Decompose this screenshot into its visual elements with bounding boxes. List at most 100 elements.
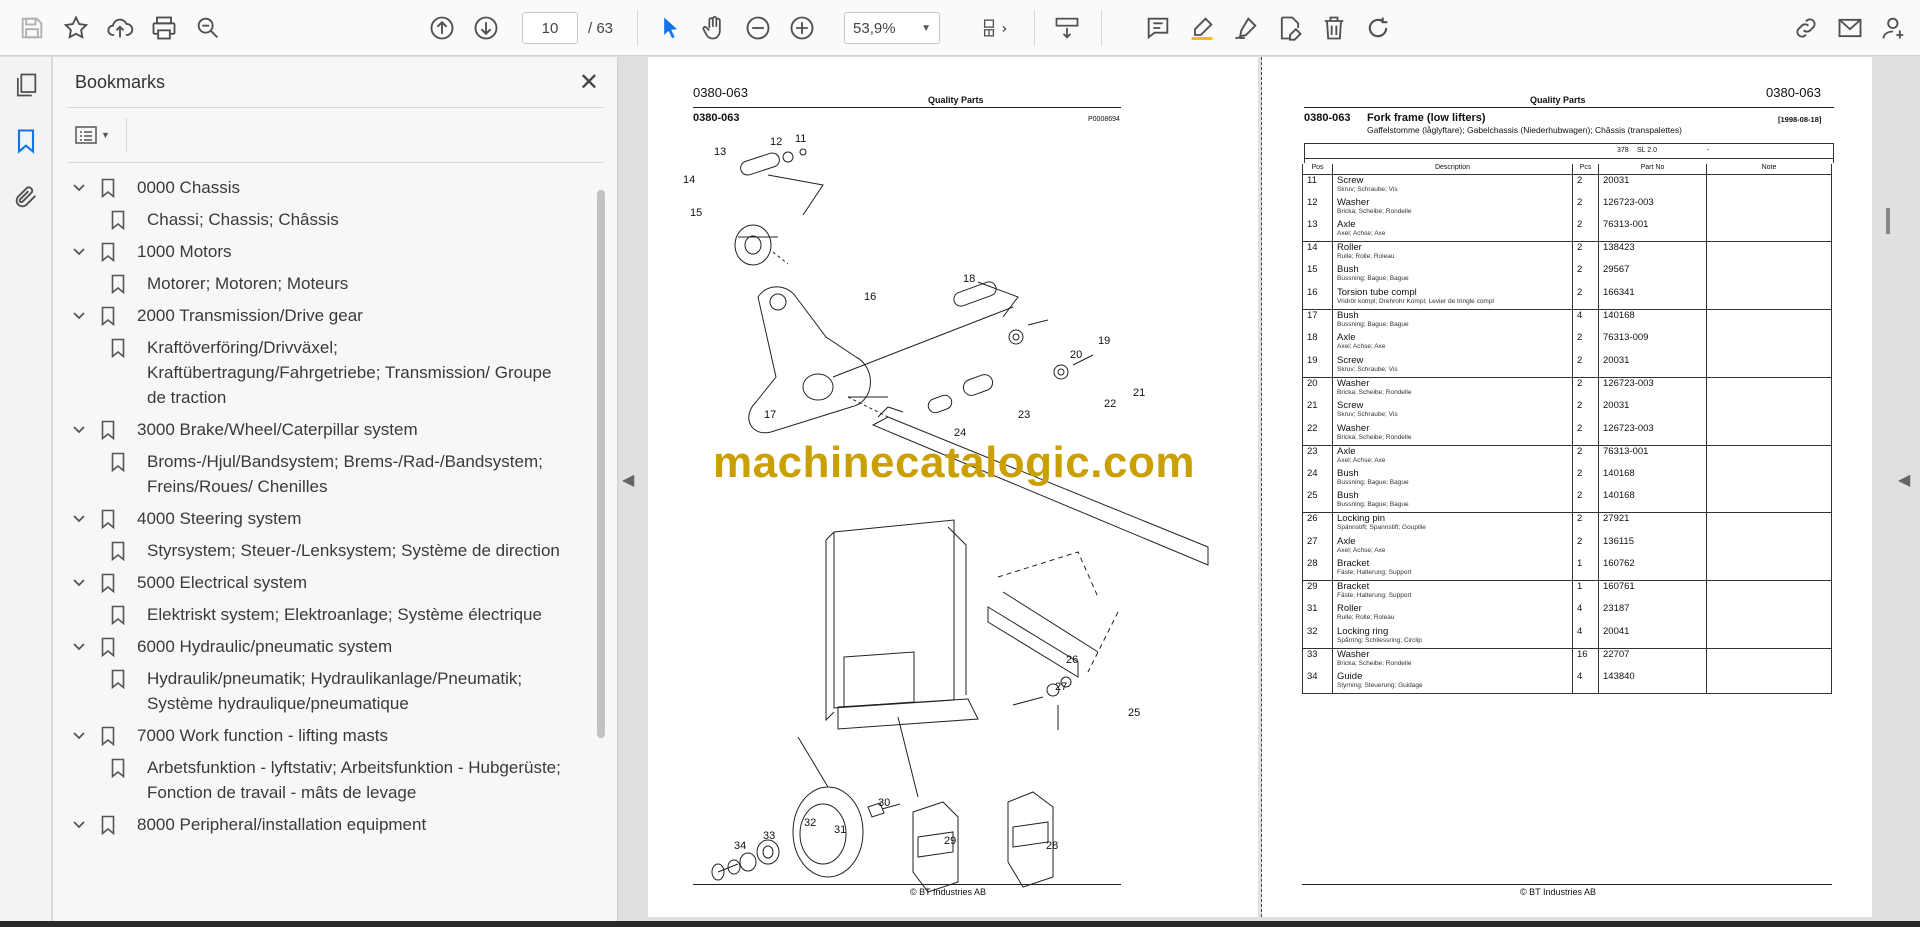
bookmark-item[interactable]: Motorer; Motoren; Moteurs xyxy=(53,271,593,296)
cell-pcs: 1 xyxy=(1572,558,1599,582)
bookmark-section[interactable]: 3000 Brake/Wheel/Caterpillar system xyxy=(53,417,593,442)
page-footer: © BT Industries AB xyxy=(910,887,986,897)
delete-icon[interactable] xyxy=(1312,6,1356,50)
attachment-icon[interactable] xyxy=(0,169,52,225)
cell-pcs: 2 xyxy=(1572,512,1599,536)
find-zoom-icon[interactable] xyxy=(186,6,230,50)
chevron-down-icon[interactable] xyxy=(67,417,91,442)
page-footer: © BT Industries AB xyxy=(1520,887,1596,897)
bookmark-item[interactable]: Elektriskt system; Elektroanlage; Systèm… xyxy=(53,602,593,627)
cell-pcs: 2 xyxy=(1572,467,1599,491)
share-link-icon[interactable] xyxy=(1784,6,1828,50)
table-row: 23 Axle Axel; Achse; Axe 2 76313-001 xyxy=(1302,445,1832,468)
collapse-left-icon[interactable]: ◀ xyxy=(622,470,640,506)
cell-description: Washer Bricka; Scheibe; Rondelle xyxy=(1332,196,1573,220)
bookmark-section[interactable]: 2000 Transmission/Drive gear xyxy=(53,303,593,328)
upload-cloud-icon[interactable] xyxy=(98,6,142,50)
panel-scrollbar[interactable] xyxy=(597,190,605,738)
callout-29: 29 xyxy=(944,835,957,847)
table-row: 33 Washer Bricka; Scheibe; Rondelle 16 22707 xyxy=(1302,648,1832,672)
chevron-down-icon[interactable] xyxy=(67,303,91,328)
table-row: 21 Screw Skruv; Schraube; Vis 2 20031 xyxy=(1302,399,1832,423)
star-icon[interactable] xyxy=(54,6,98,50)
close-icon[interactable]: ✕ xyxy=(579,68,599,97)
bookmark-item[interactable]: Chassi; Chassis; Châssis xyxy=(53,207,593,232)
side-rail xyxy=(0,57,52,927)
description-translation: Skruv; Schraube; Vis xyxy=(1337,365,1398,373)
bookmark-icon xyxy=(111,271,131,296)
table-row: 29 Bracket Fäste; Halterung; Support 1 16076… xyxy=(1302,580,1832,604)
redo-icon[interactable] xyxy=(1356,6,1400,50)
page-up-icon[interactable] xyxy=(420,6,464,50)
options-menu-icon[interactable]: ▼ xyxy=(75,126,110,144)
page-down-icon[interactable] xyxy=(464,6,508,50)
description-text: Bush xyxy=(1337,310,1359,322)
chevron-down-icon[interactable] xyxy=(67,239,91,264)
bookmark-section[interactable]: 8000 Peripheral/installation equipment xyxy=(53,812,593,837)
table-row: 28 Bracket Fäste; Halterung; Support 1 16076… xyxy=(1302,558,1832,582)
bookmark-panel-icon[interactable] xyxy=(0,113,52,169)
cell-description: Axle Axel; Achse; Axe xyxy=(1332,445,1573,468)
pages-thumbnail-icon[interactable] xyxy=(0,57,52,113)
bookmark-item[interactable]: Broms-/Hjul/Bandsystem; Brems-/Rad-/Band… xyxy=(53,449,593,499)
cell-pcs: 2 xyxy=(1572,219,1599,243)
scroll-mode-icon[interactable] xyxy=(1045,6,1089,50)
cell-note xyxy=(1706,512,1832,536)
hand-tool-icon[interactable] xyxy=(692,6,736,50)
table-row: 14 Roller Rulle; Rolle; Roleau 2 138423 xyxy=(1302,241,1832,265)
bookmark-section[interactable]: 4000 Steering system xyxy=(53,506,593,531)
cell-description: Bush Bussning; Bague; Bague xyxy=(1332,309,1573,333)
description-text: Screw xyxy=(1337,174,1364,186)
bookmark-item[interactable]: Arbetsfunktion - lyftstativ; Arbeitsfunk… xyxy=(53,755,593,805)
zoom-select[interactable]: 53,9% ▼ xyxy=(844,12,941,44)
draw-sign-icon[interactable] xyxy=(1224,6,1268,50)
cell-pos: 33 xyxy=(1302,648,1333,672)
page-number-input[interactable] xyxy=(522,12,578,44)
bookmark-section[interactable]: 5000 Electrical system xyxy=(53,570,593,595)
table-row: 32 Locking ring Spårring; Schliessring; Ci… xyxy=(1302,625,1832,649)
chevron-down-icon[interactable] xyxy=(67,175,91,200)
email-icon[interactable] xyxy=(1828,6,1872,50)
callout-30: 30 xyxy=(878,797,891,809)
bookmark-section[interactable]: 0000 Chassis xyxy=(53,175,593,200)
zoom-out-icon[interactable] xyxy=(736,6,780,50)
bookmark-item[interactable]: Hydraulik/pneumatik; Hydraulikanlage/Pne… xyxy=(53,666,593,716)
bookmark-item[interactable]: Kraftöverföring/Drivväxel; Kraftübertrag… xyxy=(53,335,593,410)
cell-pos: 25 xyxy=(1302,490,1333,514)
cell-partno: 20031 xyxy=(1598,399,1707,423)
page-navigator: / 63 xyxy=(522,12,613,44)
cell-partno: 140168 xyxy=(1598,309,1707,333)
chevron-down-icon[interactable] xyxy=(67,812,91,837)
highlight-pen-icon[interactable] xyxy=(1180,6,1224,50)
cell-partno: 23187 xyxy=(1598,603,1707,626)
select-cursor-icon[interactable] xyxy=(648,6,692,50)
bookmark-section[interactable]: 6000 Hydraulic/pneumatic system xyxy=(53,634,593,659)
cell-pos: 24 xyxy=(1302,467,1333,491)
table-row: 27 Axle Axel; Achse; Axe 2 136115 xyxy=(1302,535,1832,559)
toolbar-divider xyxy=(637,10,639,46)
bookmark-icon xyxy=(111,207,131,232)
description-translation: Fäste; Halterung; Support xyxy=(1337,592,1412,600)
cell-note xyxy=(1706,603,1832,626)
bookmark-section[interactable]: 7000 Work function - lifting masts xyxy=(53,723,593,748)
document-scrollbar[interactable] xyxy=(1886,208,1890,234)
table-row: 12 Washer Bricka; Scheibe; Rondelle 2 126723… xyxy=(1302,196,1832,220)
chevron-down-icon[interactable] xyxy=(67,723,91,748)
bookmark-section[interactable]: 1000 Motors xyxy=(53,239,593,264)
bookmark-item[interactable]: Styrsystem; Steuer-/Lenksystem; Système … xyxy=(53,538,593,563)
chevron-down-icon[interactable] xyxy=(67,506,91,531)
edit-pdf-icon[interactable] xyxy=(1268,6,1312,50)
footer-rule xyxy=(1302,884,1832,885)
print-icon[interactable] xyxy=(142,6,186,50)
user-icon[interactable] xyxy=(1872,6,1916,50)
chevron-down-icon[interactable] xyxy=(67,570,91,595)
save-icon[interactable] xyxy=(10,6,54,50)
cell-description: Locking ring Spårring; Schliessring; Circ… xyxy=(1332,625,1573,649)
page-layout-icon[interactable] xyxy=(968,6,1024,50)
chevron-down-icon[interactable] xyxy=(67,634,91,659)
comment-icon[interactable] xyxy=(1136,6,1180,50)
expand-right-icon[interactable]: ◀ xyxy=(1898,470,1916,506)
zoom-in-icon[interactable] xyxy=(780,6,824,50)
cell-note xyxy=(1706,490,1832,514)
col-partno: Part No xyxy=(1598,164,1707,175)
